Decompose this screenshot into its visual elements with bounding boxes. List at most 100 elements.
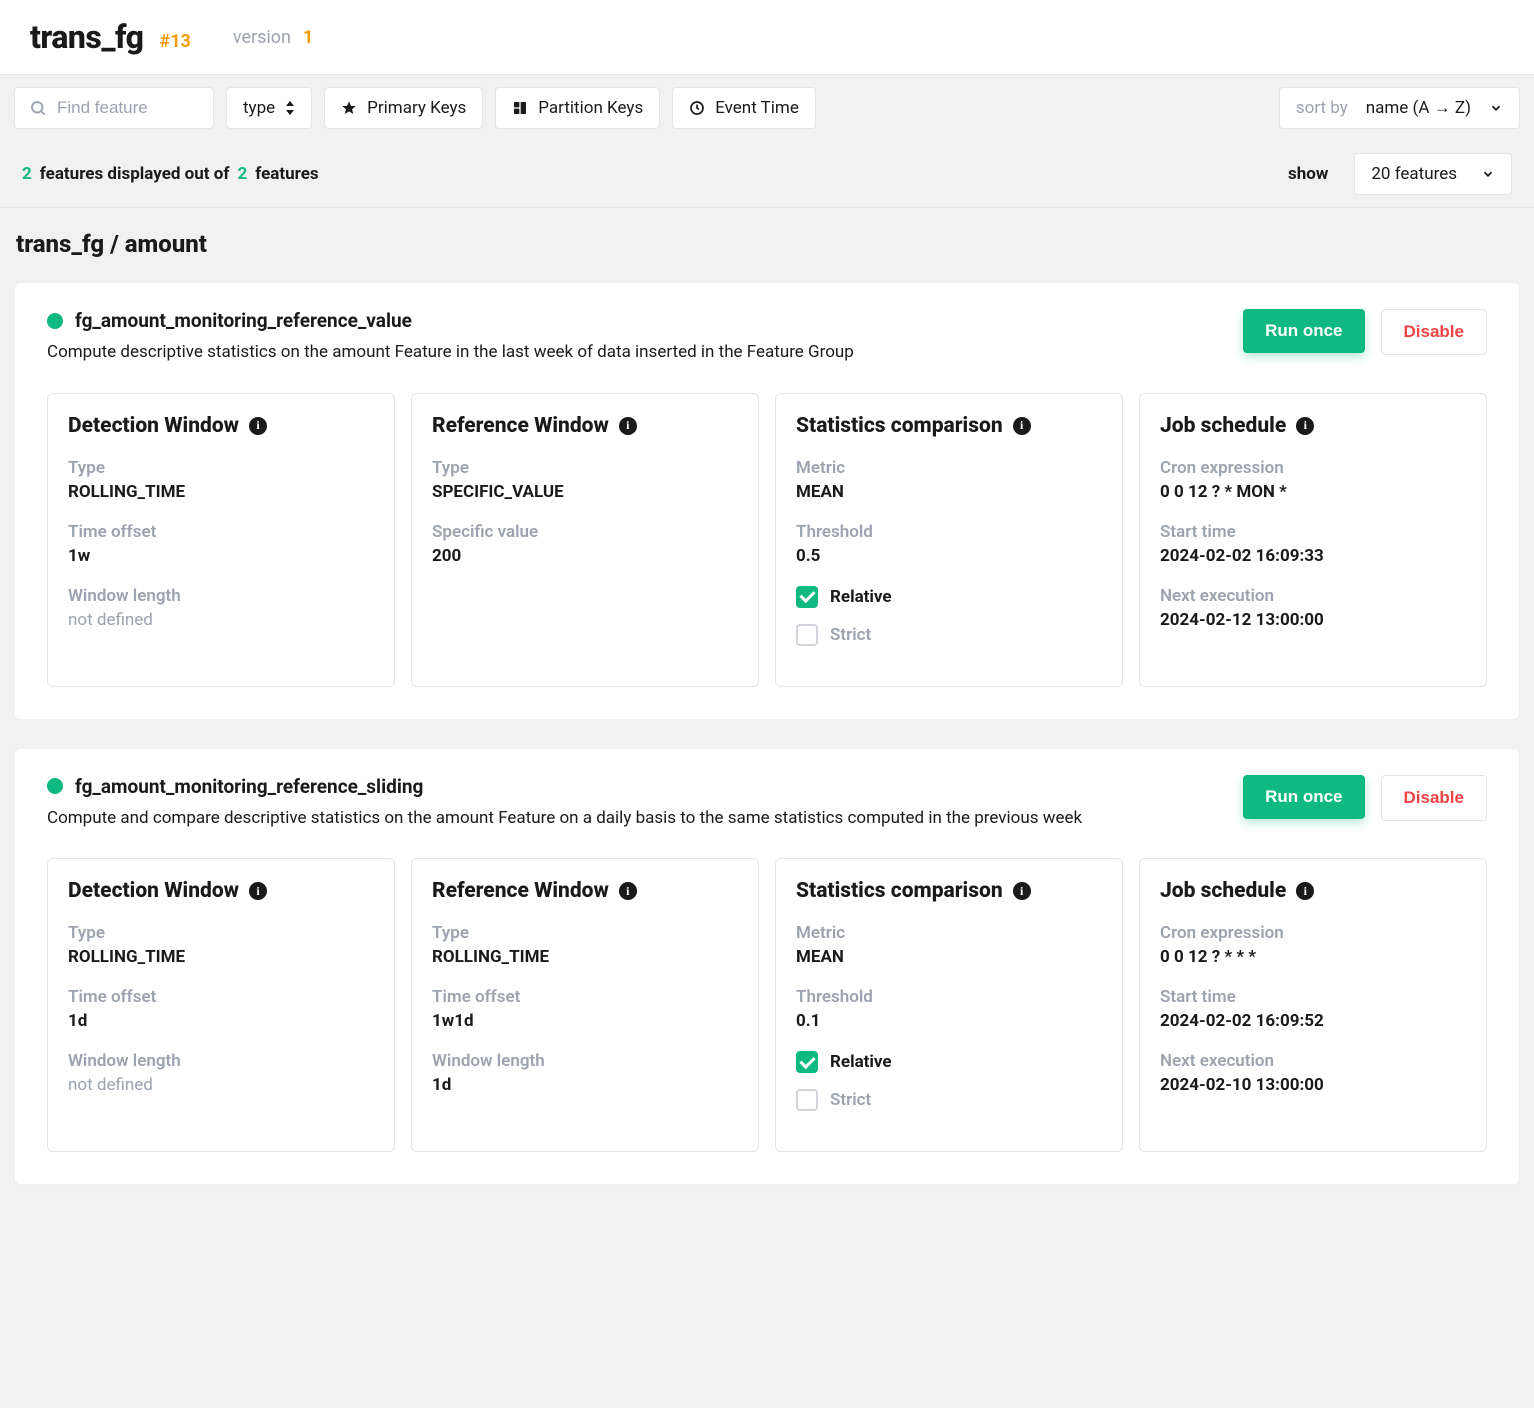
relative-checkbox-row[interactable]: Relative — [796, 586, 1102, 608]
filter-bar: type Primary Keys Partition Keys Event T… — [0, 75, 1534, 141]
reference-window-length-label: Window length — [432, 1051, 738, 1071]
relative-label: Relative — [830, 1052, 892, 1072]
stats-comparison-title: Statistics comparison — [796, 879, 1003, 903]
reference-window-title: Reference Window — [432, 879, 609, 903]
reference-time-offset-label: Time offset — [432, 987, 738, 1007]
info-icon[interactable]: i — [249, 882, 267, 900]
feature-group-id-badge: #13 — [160, 31, 191, 52]
detection-time-offset-label: Time offset — [68, 987, 374, 1007]
threshold-value: 0.5 — [796, 546, 1102, 566]
search-box[interactable] — [14, 87, 214, 129]
info-icon[interactable]: i — [249, 417, 267, 435]
start-time-label: Start time — [1160, 987, 1466, 1007]
run-once-button[interactable]: Run once — [1243, 309, 1364, 353]
detection-type-label: Type — [68, 923, 374, 943]
relative-checkbox[interactable] — [796, 586, 818, 608]
relative-checkbox-row[interactable]: Relative — [796, 1051, 1102, 1073]
monitor-name: fg_amount_monitoring_reference_sliding — [75, 775, 423, 798]
reference-window-title: Reference Window — [432, 414, 609, 438]
relative-checkbox[interactable] — [796, 1051, 818, 1073]
info-icon[interactable]: i — [619, 882, 637, 900]
star-icon — [341, 100, 357, 116]
strict-checkbox-row[interactable]: Strict — [796, 624, 1102, 646]
detection-window-panel: Detection Window i Type ROLLING_TIME Tim… — [47, 393, 395, 687]
detection-window-title: Detection Window — [68, 414, 239, 438]
detection-time-offset-value: 1w — [68, 546, 374, 566]
start-time-value: 2024-02-02 16:09:52 — [1160, 1011, 1466, 1031]
show-label: show — [1288, 164, 1328, 184]
stats-comparison-title: Statistics comparison — [796, 414, 1003, 438]
type-filter-label: type — [243, 98, 275, 118]
threshold-label: Threshold — [796, 987, 1102, 1007]
detection-window-title: Detection Window — [68, 879, 239, 903]
monitor-card: fg_amount_monitoring_reference_sliding C… — [14, 748, 1520, 1186]
cron-value: 0 0 12 ? * MON * — [1160, 482, 1466, 502]
disable-button[interactable]: Disable — [1381, 775, 1487, 821]
status-dot — [47, 313, 63, 329]
stats-comparison-panel: Statistics comparison i Metric MEAN Thre… — [775, 393, 1123, 687]
breadcrumb: trans_fg / amount — [0, 208, 1534, 268]
event-time-label: Event Time — [715, 98, 799, 118]
monitor-card: fg_amount_monitoring_reference_value Com… — [14, 282, 1520, 720]
job-schedule-panel: Job schedule i Cron expression 0 0 12 ? … — [1139, 858, 1487, 1152]
strict-label: Strict — [830, 1090, 871, 1110]
monitor-description: Compute descriptive statistics on the am… — [47, 340, 1207, 365]
detection-window-length-label: Window length — [68, 1051, 374, 1071]
type-filter[interactable]: type — [226, 87, 312, 129]
info-icon[interactable]: i — [619, 417, 637, 435]
search-icon — [29, 99, 47, 117]
partition-icon — [512, 100, 528, 116]
next-exec-value: 2024-02-10 13:00:00 — [1160, 1075, 1466, 1095]
stats-comparison-panel: Statistics comparison i Metric MEAN Thre… — [775, 858, 1123, 1152]
show-value: 20 features — [1371, 164, 1457, 184]
page-header: trans_fg #13 version 1 — [0, 0, 1534, 75]
search-input[interactable] — [57, 98, 199, 118]
start-time-value: 2024-02-02 16:09:33 — [1160, 546, 1466, 566]
start-time-label: Start time — [1160, 522, 1466, 542]
info-icon[interactable]: i — [1013, 417, 1031, 435]
disable-button[interactable]: Disable — [1381, 309, 1487, 355]
strict-checkbox[interactable] — [796, 1089, 818, 1111]
reference-window-length-value: 1d — [432, 1075, 738, 1095]
sort-arrows-icon — [285, 101, 295, 115]
cron-value: 0 0 12 ? * * * — [1160, 947, 1466, 967]
cron-label: Cron expression — [1160, 458, 1466, 478]
cron-label: Cron expression — [1160, 923, 1466, 943]
detection-time-offset-label: Time offset — [68, 522, 374, 542]
event-time-filter[interactable]: Event Time — [672, 87, 816, 129]
info-icon[interactable]: i — [1013, 882, 1031, 900]
strict-checkbox-row[interactable]: Strict — [796, 1089, 1102, 1111]
sort-dropdown[interactable]: sort by name (A → Z) — [1279, 87, 1520, 129]
next-exec-label: Next execution — [1160, 1051, 1466, 1071]
info-icon[interactable]: i — [1296, 417, 1314, 435]
relative-label: Relative — [830, 587, 892, 607]
threshold-value: 0.1 — [796, 1011, 1102, 1031]
job-schedule-panel: Job schedule i Cron expression 0 0 12 ? … — [1139, 393, 1487, 687]
status-dot — [47, 778, 63, 794]
run-once-button[interactable]: Run once — [1243, 775, 1364, 819]
detection-type-value: ROLLING_TIME — [68, 482, 374, 502]
metric-value: MEAN — [796, 947, 1102, 967]
detection-window-length-value: not defined — [68, 610, 374, 630]
metric-label: Metric — [796, 923, 1102, 943]
version-label: version — [233, 27, 291, 48]
reference-type-label: Type — [432, 923, 738, 943]
job-schedule-title: Job schedule — [1160, 879, 1286, 903]
sort-value: name (A → Z) — [1366, 98, 1471, 118]
info-icon[interactable]: i — [1296, 882, 1314, 900]
detection-window-length-label: Window length — [68, 586, 374, 606]
total-text: features — [255, 164, 318, 184]
detection-window-length-value: not defined — [68, 1075, 374, 1095]
displayed-count: 2 — [22, 164, 32, 184]
detection-type-value: ROLLING_TIME — [68, 947, 374, 967]
strict-checkbox[interactable] — [796, 624, 818, 646]
primary-keys-filter[interactable]: Primary Keys — [324, 87, 483, 129]
total-count: 2 — [237, 164, 247, 184]
specific-value-label: Specific value — [432, 522, 738, 542]
partition-keys-filter[interactable]: Partition Keys — [495, 87, 660, 129]
reference-type-value: ROLLING_TIME — [432, 947, 738, 967]
show-dropdown[interactable]: 20 features — [1354, 153, 1512, 195]
monitor-description: Compute and compare descriptive statisti… — [47, 806, 1207, 831]
detection-time-offset-value: 1d — [68, 1011, 374, 1031]
count-bar: 2 features displayed out of 2 features s… — [0, 141, 1534, 208]
